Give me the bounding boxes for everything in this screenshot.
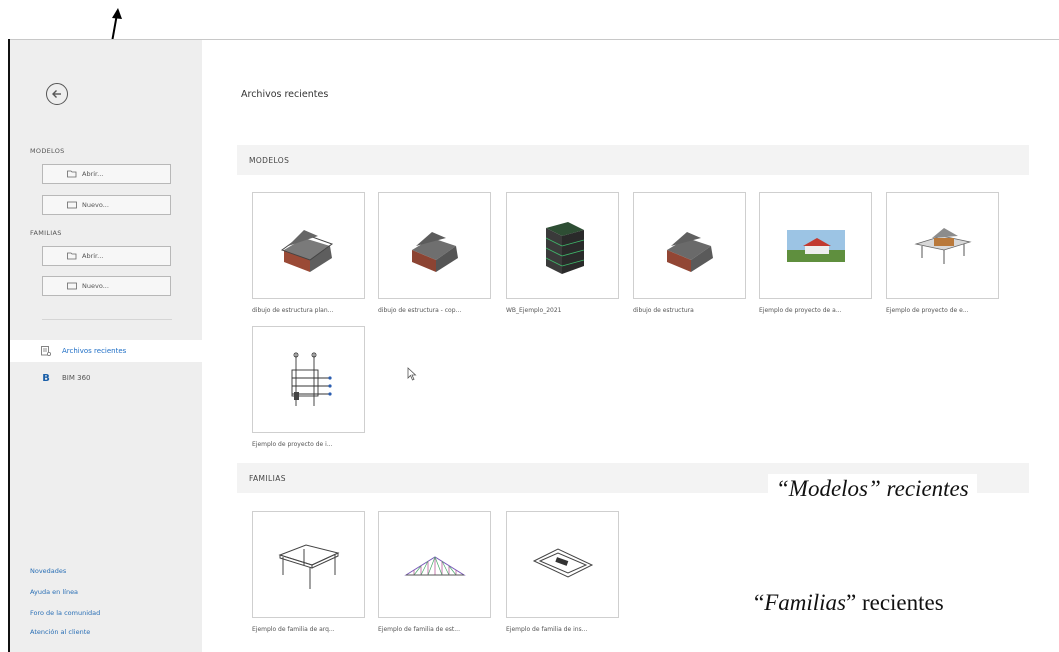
arrow-left-icon [52, 90, 61, 98]
annotation-rest: ” recientes [846, 590, 944, 615]
recent-model-tile[interactable]: Ejemplo de proyecto de i... [252, 326, 365, 448]
customer-support-link[interactable]: Atención al cliente [30, 628, 90, 636]
page-title: Archivos recientes [241, 89, 329, 100]
tile-label: Ejemplo de proyecto de a... [759, 307, 842, 314]
sidebar-divider [42, 319, 172, 320]
quote-open: “ [754, 590, 765, 615]
folder-open-icon [67, 252, 77, 260]
folder-open-icon [67, 170, 77, 178]
new-family-label: Nuevo... [82, 282, 109, 290]
family-thumbnail [506, 511, 619, 618]
families-annotation: “Familias” recientes [754, 590, 944, 616]
tile-label: Ejemplo de familia de ins... [506, 626, 588, 633]
tile-label: dibujo de estructura [633, 307, 694, 314]
schematic-icon [291, 352, 332, 406]
new-family-button[interactable]: Nuevo... [42, 276, 171, 296]
tile-label: Ejemplo de familia de est... [378, 626, 460, 633]
sidebar-item-bim360[interactable]: B BIM 360 [10, 367, 202, 389]
annotation-arrow-icon [111, 8, 122, 43]
family-thumbnail [378, 511, 491, 618]
deck-structure-icon [913, 227, 972, 264]
house-model-icon [280, 229, 333, 272]
models-group-label: MODELOS [249, 155, 290, 165]
back-button[interactable] [46, 83, 68, 105]
model-thumbnail [759, 192, 872, 299]
recent-model-tile[interactable]: dibujo de estructura plan... [252, 192, 365, 314]
sidebar-item-label: BIM 360 [62, 374, 91, 382]
house-model-icon [411, 231, 458, 272]
families-word: Familias [764, 590, 846, 615]
recent-family-tile[interactable]: Ejemplo de familia de est... [378, 511, 491, 633]
models-group-header: MODELOS [237, 145, 1029, 175]
families-section-label: FAMILIAS [30, 229, 62, 237]
sidebar-item-recent-files[interactable]: Archivos recientes [10, 340, 202, 362]
sidebar-item-label: Archivos recientes [62, 347, 127, 355]
model-thumbnail [252, 326, 365, 433]
recent-files-icon [41, 346, 51, 356]
recent-model-tile[interactable]: dibujo de estructura [633, 192, 746, 314]
recent-model-tile[interactable]: WB_Ejemplo_2021 [506, 192, 619, 314]
tile-label: dibujo de estructura - cop... [378, 307, 462, 314]
family-thumbnail [252, 511, 365, 618]
revit-home: MODELOS Abrir... Nuevo... FAMILIAS Abrir… [10, 40, 1059, 652]
mouse-pointer-icon [407, 367, 417, 381]
recent-model-tile[interactable]: Ejemplo de proyecto de a... [759, 192, 872, 314]
model-thumbnail [633, 192, 746, 299]
model-thumbnail [378, 192, 491, 299]
tile-label: Ejemplo de familia de arq... [252, 626, 335, 633]
building-frame-icon [545, 221, 584, 274]
folder-new-icon [67, 201, 77, 209]
model-thumbnail [252, 192, 365, 299]
community-forum-link[interactable]: Foro de la comunidad [30, 609, 100, 617]
open-model-label: Abrir... [82, 170, 104, 178]
model-thumbnail [506, 192, 619, 299]
families-group-label: FAMILIAS [249, 473, 286, 483]
open-family-button[interactable]: Abrir... [42, 246, 171, 266]
model-thumbnail [886, 192, 999, 299]
recent-model-tile[interactable]: dibujo de estructura - cop... [378, 192, 491, 314]
tile-label: Ejemplo de proyecto de i... [252, 441, 333, 448]
new-model-button[interactable]: Nuevo... [42, 195, 171, 215]
tray-family-icon [532, 547, 593, 578]
recent-model-tile[interactable]: Ejemplo de proyecto de e... [886, 192, 999, 314]
bim360-icon: B [42, 372, 50, 384]
sidebar: MODELOS Abrir... Nuevo... FAMILIAS Abrir… [10, 40, 202, 652]
whats-new-link[interactable]: Novedades [30, 567, 66, 575]
open-model-button[interactable]: Abrir... [42, 164, 171, 184]
new-model-label: Nuevo... [82, 201, 109, 209]
tile-label: dibujo de estructura plan... [252, 307, 334, 314]
truss-family-icon [403, 555, 466, 575]
recent-family-tile[interactable]: Ejemplo de familia de ins... [506, 511, 619, 633]
render-photo-icon [786, 229, 845, 262]
main-content: Archivos recientes MODELOS dibujo de est… [202, 40, 1059, 652]
tile-label: WB_Ejemplo_2021 [506, 307, 562, 314]
models-section-label: MODELOS [30, 147, 65, 155]
open-family-label: Abrir... [82, 252, 104, 260]
folder-new-icon [67, 282, 77, 290]
table-family-icon [277, 543, 339, 589]
recent-family-tile[interactable]: Ejemplo de familia de arq... [252, 511, 365, 633]
house-model-icon [666, 231, 713, 272]
tile-label: Ejemplo de proyecto de e... [886, 307, 969, 314]
models-annotation: “Modelos” recientes [768, 474, 977, 504]
online-help-link[interactable]: Ayuda en línea [30, 588, 78, 596]
